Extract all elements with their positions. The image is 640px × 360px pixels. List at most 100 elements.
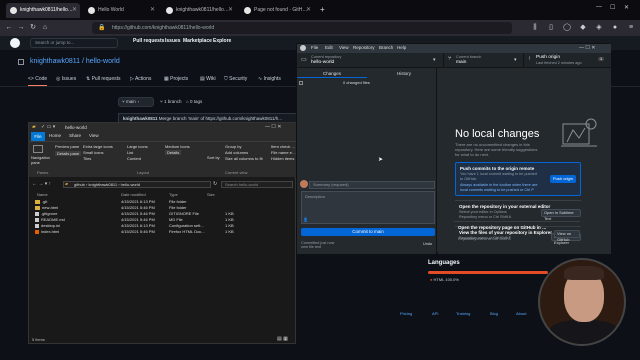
maximize-icon[interactable]: ☐ (610, 4, 615, 11)
close-icon[interactable]: ✕ (306, 3, 311, 18)
menu-view[interactable]: View (339, 45, 349, 50)
menu-help[interactable]: Help (397, 45, 406, 50)
tab-history[interactable]: History (397, 71, 411, 76)
layout-medium[interactable]: Medium icons (165, 144, 190, 149)
new-tab-button[interactable]: + (320, 5, 325, 14)
language-item[interactable]: ● HTML 100.0% (430, 277, 459, 282)
push-origin-button[interactable]: ↑ Push origin Last fetched 2 minutes ago… (523, 53, 611, 68)
refresh-icon[interactable]: ↻ (213, 181, 217, 187)
repo-title[interactable]: knighthawk0811 / hello-world (30, 58, 120, 65)
branch-count-link[interactable]: ⑂ 1 branch (160, 99, 181, 104)
browser-tab[interactable]: Hello World ✕ (84, 3, 158, 18)
sort-by-button[interactable]: Sort by (207, 155, 220, 160)
quick-access-icon[interactable]: ✓ ▭ ▾ (41, 124, 55, 130)
table-row[interactable]: index.html 4/15/2021 5:46 PM Firefox HTML … (35, 229, 285, 234)
browser-tab[interactable]: Page not found · GitHub Pages✕ (240, 3, 314, 18)
file-name-extensions[interactable]: File name extensions (271, 150, 297, 155)
layout-content[interactable]: Content (127, 156, 141, 161)
tab-issues[interactable]: ◎ Issues (56, 76, 76, 82)
explorer-search-input[interactable]: Search hello-world (221, 181, 293, 188)
tab-actions[interactable]: ▷ Actions (130, 76, 151, 82)
undo-button[interactable]: Undo (423, 242, 432, 246)
minimize-icon[interactable]: — (596, 4, 602, 10)
table-row[interactable]: README.md 4/15/2021 5:46 PM MD File 1 KB (35, 217, 285, 222)
layout-list[interactable]: List (127, 150, 133, 155)
add-coauthor-icon[interactable]: 👤 (303, 217, 308, 222)
tab-wiki[interactable]: ▤ Wiki (200, 76, 216, 82)
menu-file[interactable]: File (311, 45, 318, 50)
window-controls[interactable]: — ☐ ✕ (265, 124, 281, 130)
table-row[interactable]: desktop.ini 4/15/2021 6:13 PM Configuratio… (35, 223, 285, 228)
nav-arrows[interactable]: ← → ▾ ↑ (32, 181, 51, 187)
address-bar[interactable]: github › knighthawk0811 › hello-world (63, 181, 211, 188)
footer-link-blog[interactable]: Blog (490, 311, 498, 316)
close-icon[interactable]: ✕ (72, 3, 77, 18)
menu-edit[interactable]: Edit (325, 45, 333, 50)
column-type[interactable]: Type (169, 192, 178, 197)
layout-tiles[interactable]: Tiles (83, 156, 91, 161)
table-row[interactable]: .gitignore 4/15/2021 5:46 PM GITIGNORE Fil… (35, 211, 285, 216)
footer-link-pricing[interactable]: Pricing (400, 311, 412, 316)
layout-small[interactable]: Small icons (83, 150, 103, 155)
group-by-button[interactable]: Group by (225, 144, 241, 149)
layout-extra-large[interactable]: Extra large icons (83, 144, 113, 149)
browser-tab-active[interactable]: knighthawk0811/hello-world✕ (6, 3, 80, 18)
home-icon[interactable]: ⌂ (40, 22, 50, 34)
browser-tab[interactable]: knighthawk0811/hello-world✕ (162, 3, 236, 18)
close-icon[interactable]: ✕ (228, 3, 233, 18)
preview-pane-button[interactable]: Preview pane (55, 144, 79, 149)
footer-link-training[interactable]: Training (456, 311, 470, 316)
column-size[interactable]: Size (207, 192, 215, 197)
github-search-input[interactable]: Search or jump to... (30, 38, 118, 48)
extension-icon[interactable]: ◈ (594, 22, 604, 34)
hidden-items[interactable]: Hidden items (271, 156, 297, 161)
tag-count-link[interactable]: ⌂ 0 tags (186, 99, 202, 104)
sidebar-icon[interactable]: ▯ (546, 22, 556, 34)
branch-select[interactable]: ⑂ main ▾ (118, 97, 154, 107)
table-row[interactable]: new-html 4/15/2021 5:46 PM File folder (35, 205, 285, 210)
window-controls[interactable]: — ☐ ✕ (579, 45, 595, 51)
commit-author[interactable]: knighthawk0811 (123, 116, 158, 121)
extension-icon[interactable]: ◆ (578, 22, 588, 34)
account-icon[interactable]: ◯ (562, 22, 572, 34)
ribbon-tab-share[interactable]: Share (69, 133, 81, 138)
layout-large[interactable]: Large icons (127, 144, 148, 149)
commit-message[interactable]: Merge branch 'main' of https://github.co… (159, 116, 282, 121)
tab-security[interactable]: ⛉ Security (224, 76, 247, 82)
menu-repository[interactable]: Repository (353, 45, 375, 50)
column-name[interactable]: Name (37, 192, 48, 197)
tab-changes[interactable]: Changes (323, 71, 341, 76)
ribbon-tab-file[interactable]: File (31, 132, 45, 141)
extension-icon[interactable]: ● (610, 22, 620, 34)
close-icon[interactable]: ✕ (150, 3, 155, 18)
ribbon-tab-home[interactable]: Home (49, 133, 61, 138)
library-icon[interactable]: ⫼ (530, 22, 540, 34)
tab-pull-requests[interactable]: ⇅ Pull requests (86, 76, 121, 82)
layout-details[interactable]: Details (165, 150, 182, 155)
column-date[interactable]: Date modified (121, 192, 146, 197)
forward-icon[interactable]: → (16, 22, 26, 34)
tab-insights[interactable]: ∿ Insights (258, 76, 281, 82)
push-origin-card-button[interactable]: Push origin (550, 175, 577, 183)
commit-description-input[interactable]: Description (301, 191, 435, 224)
add-columns-button[interactable]: Add columns (225, 150, 248, 155)
url-bar[interactable]: https://github.com/knighthawk0811/hello-… (92, 22, 512, 34)
commit-button[interactable]: Commit to main (301, 228, 435, 236)
menu-branch[interactable]: Branch (379, 45, 393, 50)
ribbon-tab-view[interactable]: View (89, 133, 99, 138)
nav-marketplace[interactable]: Marketplace (183, 38, 212, 44)
view-toggle-icons[interactable]: ▤ ▦ (277, 336, 288, 342)
current-branch-button[interactable]: ⑂ Current branch main ▾ (443, 53, 523, 68)
footer-link-api[interactable]: API (432, 311, 438, 316)
size-columns-button[interactable]: Size all columns to fit (225, 156, 267, 161)
github-logo-icon[interactable] (10, 38, 20, 48)
menu-icon[interactable]: ≡ (626, 22, 636, 34)
select-all-checkbox[interactable] (299, 81, 303, 85)
back-icon[interactable]: ← (4, 22, 14, 34)
footer-link-about[interactable]: About (516, 311, 526, 316)
reload-icon[interactable]: ↻ (28, 22, 38, 34)
table-row[interactable]: .git 4/15/2021 6:13 PM File folder (35, 199, 285, 204)
close-window-icon[interactable]: ✕ (624, 4, 629, 11)
item-check-boxes[interactable]: Item check boxes (271, 144, 297, 149)
navigation-pane-button[interactable]: Navigation pane (31, 155, 51, 165)
